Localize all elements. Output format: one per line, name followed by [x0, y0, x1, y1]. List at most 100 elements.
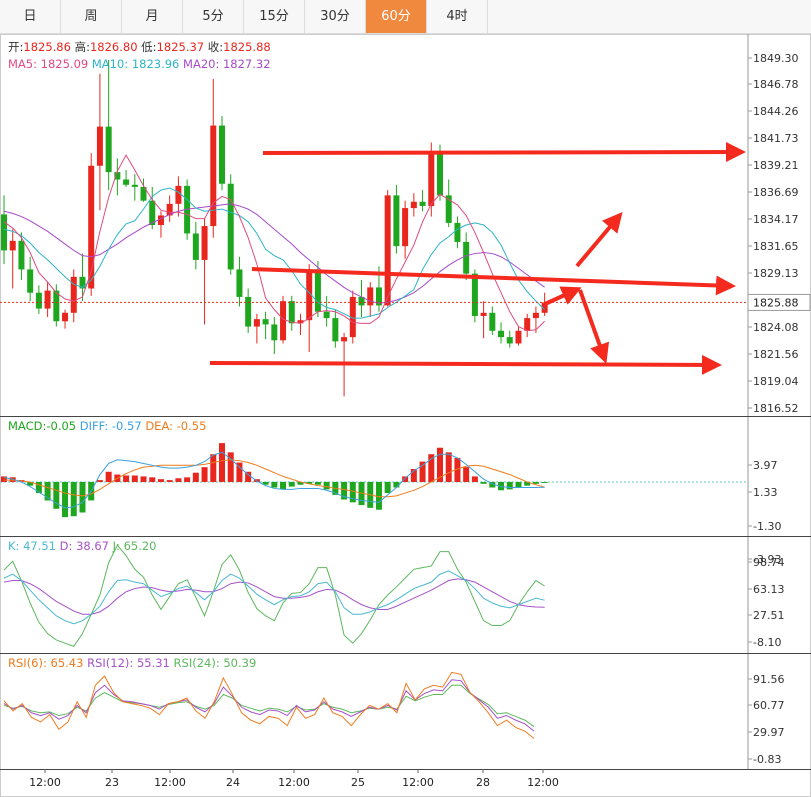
y-tick-label: 3.97	[753, 459, 778, 472]
tab-4[interactable]: 15分	[244, 0, 305, 33]
candle-body	[402, 208, 409, 247]
macd-bar	[70, 481, 77, 517]
candle-body	[210, 125, 217, 227]
candle-body	[506, 337, 513, 344]
d-line	[3, 578, 545, 615]
y-tick-label: 27.51	[753, 609, 785, 622]
y-tick-label: 1834.17	[753, 213, 799, 226]
candle-body	[532, 312, 539, 319]
y-tick-label: -8.10	[753, 636, 781, 649]
y-tick-label: 1816.52	[753, 402, 799, 415]
tab-6[interactable]: 60分	[366, 0, 427, 33]
ma-legend: MA5: 1825.09 MA10: 1823.96 MA20: 1827.32	[8, 57, 271, 71]
period-tab-bar: 日周月 5分 15分 30分 60分 4时	[0, 0, 811, 34]
tab-5[interactable]: 30分	[305, 0, 366, 33]
tab-2[interactable]: 月	[122, 0, 183, 33]
candle-body	[44, 290, 51, 309]
y-tick-label: 1836.69	[753, 186, 799, 199]
candle-body	[489, 312, 496, 331]
x-tick-label: 28	[476, 776, 490, 789]
macd-bar	[219, 443, 225, 482]
macd-bar	[271, 481, 278, 488]
candle-body	[323, 311, 330, 319]
candle-body	[524, 318, 531, 331]
candle-body	[123, 179, 130, 185]
y-tick-label: 29.97	[753, 726, 785, 739]
candle-body	[428, 150, 435, 206]
macd-bar	[105, 471, 112, 482]
candle-body	[227, 183, 234, 270]
macd-bar	[515, 481, 522, 488]
macd-bar	[419, 461, 426, 482]
tab-3[interactable]: 5分	[183, 0, 244, 33]
macd-bar	[314, 481, 321, 485]
macd-bar	[184, 477, 191, 482]
candle-body	[53, 290, 60, 322]
annotation-arrow	[544, 286, 582, 306]
y-tick-label: -1.30	[753, 520, 781, 533]
macd-bar	[210, 454, 217, 482]
candle-body	[332, 318, 339, 342]
x-tick-label: 12:00	[527, 776, 559, 789]
chart-frame	[0, 34, 811, 797]
rsi12-line	[3, 679, 535, 732]
j-line	[3, 544, 545, 647]
rsi6-line	[3, 671, 535, 739]
kdj-legend: K: 47.51 D: 38.67 J: 65.20	[8, 539, 157, 553]
macd-bar	[532, 481, 539, 484]
macd-bar	[480, 481, 487, 484]
tab-7[interactable]: 4时	[427, 0, 488, 33]
candle-body	[393, 195, 400, 247]
x-tick-label: 25	[351, 776, 365, 789]
candle-body	[157, 215, 164, 225]
macd-bar	[445, 452, 452, 482]
y-tick-label: 60.77	[753, 699, 785, 712]
x-tick-label: 12:00	[154, 776, 186, 789]
annotation-arrow	[209, 354, 722, 375]
macd-bar	[1, 476, 7, 482]
y-tick-label: 91.56	[753, 673, 785, 686]
macd-bar	[123, 475, 130, 482]
macd-bar	[157, 479, 164, 482]
candle-body	[515, 330, 522, 344]
macd-bar	[192, 472, 199, 482]
last-price-label: 1825.88	[753, 296, 799, 309]
macd-bar	[140, 476, 147, 482]
candle-body	[463, 241, 470, 274]
candle-body	[96, 126, 103, 166]
annotation-arrow	[262, 142, 746, 163]
y-tick-label: 1819.04	[753, 375, 799, 388]
candle-body	[192, 233, 199, 260]
macd-legend: MACD:-0.05 DIFF: -0.57 DEA: -0.55	[8, 419, 206, 433]
y-tick-label: 1841.73	[753, 132, 799, 145]
y-tick-label: 1821.56	[753, 348, 799, 361]
y-tick-label: 63.13	[753, 583, 785, 596]
candle-body	[314, 269, 321, 312]
y-tick-label: 98.74	[753, 556, 785, 569]
rsi24-line	[3, 684, 535, 727]
macd-bar	[201, 467, 208, 482]
candle-body	[236, 269, 243, 297]
macd-bar	[79, 481, 86, 513]
candle-body	[271, 324, 278, 341]
candle-body	[471, 273, 478, 316]
candle-body	[35, 292, 42, 309]
y-tick-label: 1831.65	[753, 240, 799, 253]
chart-canvas: 1849.30 1846.78 1844.26 1841.73 1839.21 1836.…	[0, 34, 811, 797]
macd-bar	[280, 481, 287, 490]
y-tick-label: 1849.30	[753, 52, 799, 65]
annotation-arrow	[251, 267, 736, 296]
y-tick-label: -0.83	[753, 753, 781, 766]
tab-1[interactable]: 周	[61, 0, 122, 33]
candle-body	[62, 312, 69, 322]
macd-bar	[96, 480, 103, 482]
candle-body	[9, 240, 16, 251]
x-tick-label: 12:00	[278, 776, 310, 789]
candle-body	[341, 337, 348, 342]
candle-body	[245, 296, 252, 327]
candle-body	[454, 222, 461, 242]
candle-body	[105, 126, 112, 173]
tab-0[interactable]: 日	[0, 0, 61, 33]
y-tick-label: 1824.08	[753, 321, 799, 334]
candle-body	[288, 301, 295, 324]
